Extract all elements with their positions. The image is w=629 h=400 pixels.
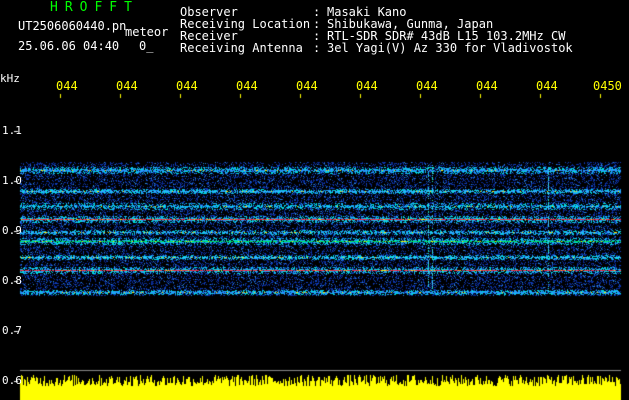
y-tick-0-6: 0.6 <box>2 374 22 387</box>
time-tick: 044 <box>56 79 78 93</box>
time-tick: 044 <box>476 79 498 93</box>
hroft-title: HROFFT <box>50 0 139 15</box>
antenna-colon: : <box>313 41 321 55</box>
y-axis-unit: kHz <box>0 72 20 85</box>
time-tick: 044 <box>416 79 438 93</box>
y-tick-1-0: 1.0 <box>2 174 22 187</box>
y-tick-0-9: 0.9 <box>2 224 22 237</box>
spectrogram-plot <box>0 0 629 400</box>
time-tick: 044 <box>536 79 558 93</box>
time-tick: 044 <box>236 79 258 93</box>
time-tick: 044 <box>296 79 318 93</box>
filename-label: UT2506060440.pn <box>18 19 127 33</box>
time-tick: 044 <box>356 79 378 93</box>
date-time-label: 25.06.06 04:40 <box>18 39 120 53</box>
time-tick: 0450 <box>593 79 622 93</box>
y-tick-0-8: 0.8 <box>2 274 22 287</box>
time-tick: 044 <box>116 79 138 93</box>
y-tick-1-1: 1.1 <box>2 124 22 137</box>
time-tick: 044 <box>176 79 198 93</box>
meteor-label: meteor <box>125 25 169 39</box>
y-tick-0-7: 0.7 <box>2 324 22 337</box>
antenna-value: 3el Yagi(V) Az 330 for Vladivostok <box>327 41 573 55</box>
antenna-label: Receiving Antenna <box>180 41 303 55</box>
meteor-count-label: 0_ <box>139 39 154 53</box>
